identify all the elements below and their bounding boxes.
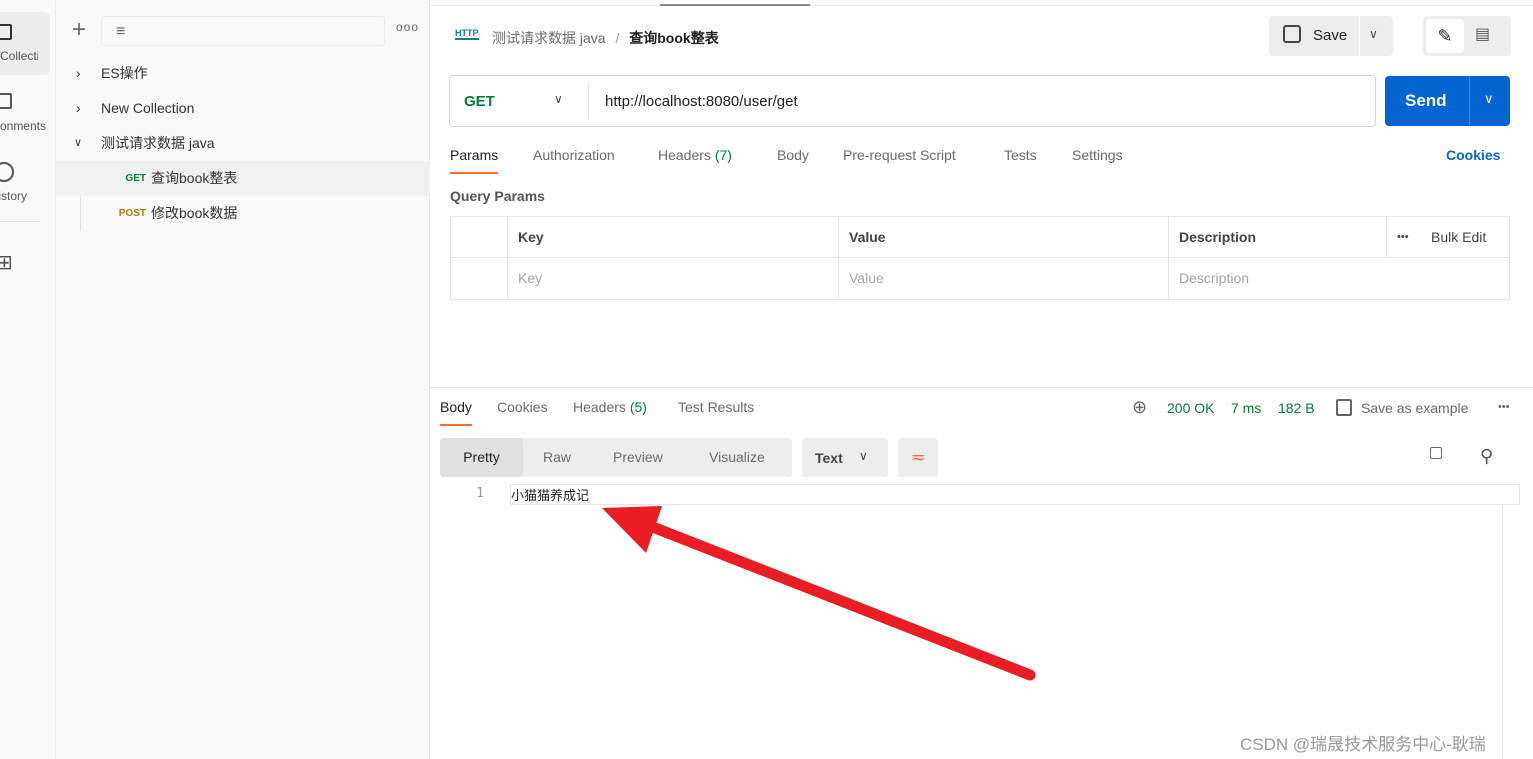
tree-item-new-collection[interactable]: › New Collection (56, 91, 430, 126)
watermark: CSDN @瑞晟技术服务中心-耿瑞 (1240, 735, 1486, 754)
main-panel: HTTP 测试请求数据 java / 查询book整表 Save ∨ ✎ ▤ G… (430, 0, 1533, 759)
filter-icon: ≡ (116, 23, 126, 40)
sidebar: + ≡ ooo › ES操作 › New Collection ∨ 测试请求数据… (56, 0, 430, 759)
annotation-arrow (602, 506, 1036, 681)
rail-item-collections[interactable]: Collections (0, 12, 50, 75)
new-button[interactable]: + (72, 16, 86, 44)
environments-icon (0, 93, 12, 109)
more-icon[interactable]: ooo (396, 20, 419, 34)
request-item-get[interactable]: GET 查询book整表 (56, 161, 430, 196)
filter-input[interactable]: ≡ (101, 16, 385, 46)
divider (0, 221, 40, 222)
chevron-down-icon: ∨ (74, 137, 83, 149)
tree-item-es[interactable]: › ES操作 (56, 56, 430, 91)
rail-item-environments[interactable]: Environments (0, 80, 50, 140)
add-workspace-icon[interactable]: ⊞ (0, 250, 13, 275)
collections-icon (0, 24, 12, 40)
request-item-post[interactable]: POST 修改book数据 (56, 196, 430, 231)
chevron-right-icon: › (76, 65, 81, 81)
tree-item-java-collection[interactable]: ∨ 测试请求数据 java (56, 126, 430, 161)
chevron-right-icon: › (76, 100, 81, 116)
history-icon (0, 162, 14, 182)
arrow-head (602, 506, 662, 553)
left-rail: Collections Environments History ⊞ (0, 0, 56, 759)
arrow-shaft (639, 518, 1036, 681)
rail-item-history[interactable]: History (0, 150, 50, 210)
